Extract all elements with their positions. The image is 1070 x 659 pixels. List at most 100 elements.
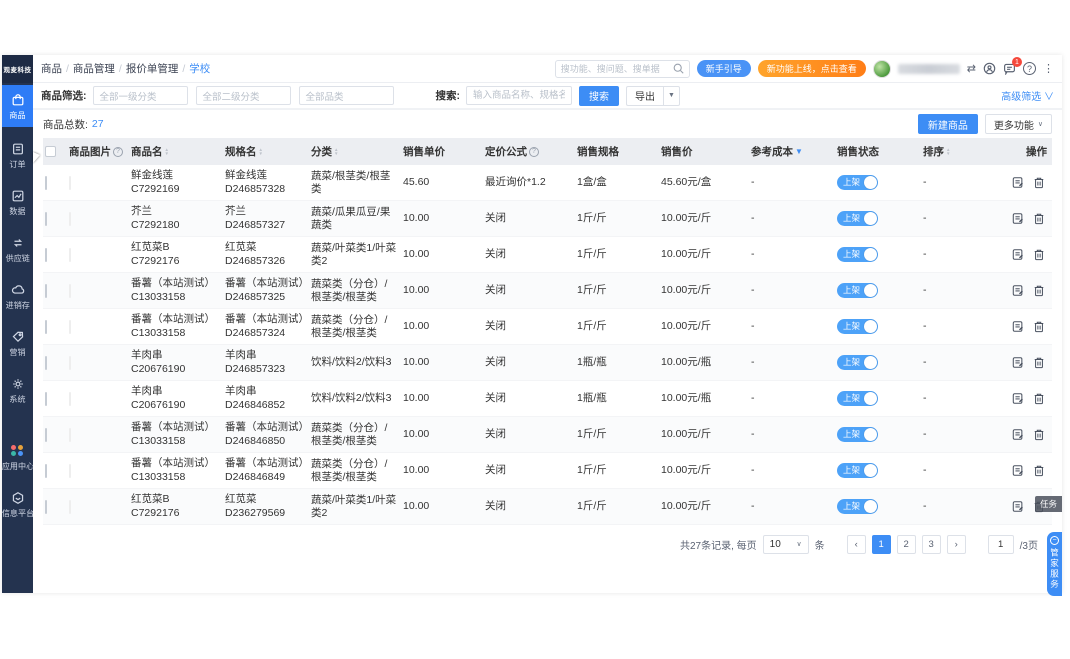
product-image[interactable]: [69, 355, 71, 370]
task-float-tag[interactable]: 任务: [1034, 496, 1062, 512]
product-image[interactable]: [69, 211, 71, 226]
quote-record-icon[interactable]: [1012, 464, 1024, 477]
col-category[interactable]: 分类 ▲ ▼: [311, 144, 403, 159]
status-toggle[interactable]: 上架: [837, 211, 878, 226]
row-checkbox[interactable]: [45, 247, 47, 262]
col-sort[interactable]: 排序 ▲ ▼: [923, 144, 999, 159]
category-level1-select[interactable]: 全部一级分类: [92, 86, 188, 105]
sort-icon[interactable]: ▲ ▼: [165, 147, 169, 156]
quote-record-icon[interactable]: [1012, 392, 1024, 405]
global-search-box[interactable]: [554, 59, 690, 78]
delete-icon[interactable]: [1033, 212, 1045, 225]
page-jump-input[interactable]: [987, 534, 1014, 554]
row-checkbox[interactable]: [45, 463, 47, 478]
sidebar-item-supply[interactable]: 供应链: [2, 230, 33, 268]
sort-icon[interactable]: ▲ ▼: [259, 147, 263, 156]
avatar[interactable]: [872, 59, 891, 78]
sidebar-item-goods[interactable]: 商品: [2, 85, 33, 127]
status-toggle[interactable]: 上架: [837, 247, 878, 262]
help-icon[interactable]: ?: [1023, 62, 1036, 75]
delete-icon[interactable]: [1033, 248, 1045, 261]
next-page-button[interactable]: ›: [946, 534, 966, 554]
row-checkbox[interactable]: [45, 283, 47, 298]
col-pricing-formula[interactable]: 定价公式?: [485, 144, 577, 159]
messages-icon[interactable]: 1: [1003, 57, 1022, 75]
new-feature-button[interactable]: 新功能上线，点击查看: [757, 60, 866, 77]
delete-icon[interactable]: [1033, 320, 1045, 333]
breadcrumb-goods[interactable]: 商品: [41, 63, 62, 75]
page-button-1[interactable]: 1: [871, 534, 891, 554]
category-type-select[interactable]: 全部品类: [298, 86, 394, 105]
col-ref-cost[interactable]: 参考成本 ▼: [751, 144, 837, 159]
new-product-button[interactable]: 新建商品: [917, 114, 978, 134]
export-dropdown-caret[interactable]: ▼: [663, 85, 680, 106]
status-toggle[interactable]: 上架: [837, 319, 878, 334]
export-button[interactable]: 导出: [626, 85, 663, 106]
collapse-icon[interactable]: −: [1050, 536, 1059, 545]
customer-service-icon[interactable]: [983, 62, 996, 75]
sidebar-item-appcenter[interactable]: 应用中心: [1, 438, 34, 476]
product-image[interactable]: [69, 283, 71, 298]
row-checkbox[interactable]: [45, 175, 47, 190]
status-toggle[interactable]: 上架: [837, 355, 878, 370]
more-actions-button[interactable]: 更多功能 ∨: [984, 114, 1052, 134]
sidebar-item-orders[interactable]: 订单: [2, 136, 33, 174]
select-all-checkbox[interactable]: [45, 146, 56, 157]
breadcrumb-goods-manage[interactable]: 商品管理: [73, 63, 115, 75]
status-toggle[interactable]: 上架: [837, 499, 878, 514]
status-toggle[interactable]: 上架: [837, 283, 878, 298]
col-product-image[interactable]: 商品图片?: [69, 144, 131, 159]
col-spec-name[interactable]: 规格名 ▲ ▼: [225, 144, 311, 159]
quote-record-icon[interactable]: [1012, 212, 1024, 225]
delete-icon[interactable]: [1033, 428, 1045, 441]
status-toggle[interactable]: 上架: [837, 391, 878, 406]
product-image[interactable]: [69, 175, 71, 190]
switch-account-icon[interactable]: ⇄: [967, 62, 976, 75]
product-image[interactable]: [69, 319, 71, 334]
status-toggle[interactable]: 上架: [837, 175, 878, 190]
product-image[interactable]: [69, 499, 71, 514]
product-search-input[interactable]: [466, 86, 572, 105]
quote-record-icon[interactable]: [1012, 248, 1024, 261]
status-toggle[interactable]: 上架: [837, 463, 878, 478]
page-button-3[interactable]: 3: [921, 534, 941, 554]
sort-icon[interactable]: ▲ ▼: [334, 147, 338, 156]
info-icon[interactable]: ?: [113, 146, 123, 157]
per-page-select[interactable]: 10 ∨: [762, 534, 809, 554]
product-image[interactable]: [69, 427, 71, 442]
quote-record-icon[interactable]: [1012, 320, 1024, 333]
quote-record-icon[interactable]: [1012, 284, 1024, 297]
delete-icon[interactable]: [1033, 176, 1045, 189]
search-button[interactable]: 搜索: [579, 85, 619, 106]
quote-record-icon[interactable]: [1012, 500, 1024, 513]
row-checkbox[interactable]: [45, 355, 47, 370]
row-checkbox[interactable]: [45, 319, 47, 334]
row-checkbox[interactable]: [45, 391, 47, 406]
filter-funnel-icon[interactable]: ▼: [795, 147, 803, 156]
category-level2-select[interactable]: 全部二级分类: [195, 86, 291, 105]
service-ribbon[interactable]: − 管家服务: [1047, 532, 1062, 596]
status-toggle[interactable]: 上架: [837, 427, 878, 442]
row-checkbox[interactable]: [45, 211, 47, 226]
sidebar-item-system[interactable]: 系统: [2, 371, 33, 409]
sort-icon[interactable]: ▲ ▼: [946, 147, 950, 156]
quote-record-icon[interactable]: [1012, 176, 1024, 189]
sidebar-item-data[interactable]: 数据: [2, 183, 33, 221]
quote-record-icon[interactable]: [1012, 356, 1024, 369]
beginner-guide-button[interactable]: 新手引导: [696, 60, 751, 77]
info-icon[interactable]: ?: [529, 146, 539, 157]
delete-icon[interactable]: [1033, 464, 1045, 477]
page-button-2[interactable]: 2: [896, 534, 916, 554]
row-checkbox[interactable]: [45, 499, 47, 514]
delete-icon[interactable]: [1033, 284, 1045, 297]
advanced-filter-link[interactable]: 高级筛选 ∨: [1001, 88, 1054, 103]
row-checkbox[interactable]: [45, 427, 47, 442]
col-product-name[interactable]: 商品名 ▲ ▼: [131, 144, 225, 159]
delete-icon[interactable]: [1033, 392, 1045, 405]
product-image[interactable]: [69, 391, 71, 406]
breadcrumb-school[interactable]: 学校: [189, 63, 210, 75]
product-image[interactable]: [69, 247, 71, 262]
sidebar-item-marketing[interactable]: 营销: [2, 324, 33, 362]
delete-icon[interactable]: [1033, 356, 1045, 369]
quote-record-icon[interactable]: [1012, 428, 1024, 441]
